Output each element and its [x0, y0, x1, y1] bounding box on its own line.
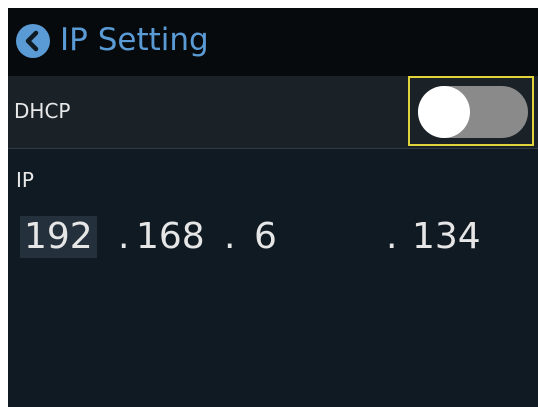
header-bar: IP Setting [8, 8, 538, 76]
ip-octet-2[interactable]: 168 [136, 216, 205, 258]
ip-octet-4[interactable]: 134 [412, 216, 481, 258]
ip-separator: . [386, 216, 398, 257]
ip-separator: . [118, 216, 130, 257]
page-title: IP Setting [60, 22, 209, 58]
dhcp-row: DHCP [8, 76, 538, 149]
dhcp-toggle[interactable] [418, 86, 528, 138]
back-button[interactable] [16, 24, 50, 58]
toggle-knob [418, 86, 470, 138]
dhcp-toggle-focus [408, 76, 534, 146]
ip-octet-3[interactable]: 6 [254, 216, 277, 258]
ip-separator: . [224, 216, 236, 257]
ip-octet-1[interactable]: 192 [20, 216, 97, 258]
dhcp-label: DHCP [14, 99, 71, 123]
chevron-left-icon [25, 30, 39, 52]
ip-label: IP [16, 168, 34, 192]
ip-address-field: 192 . 168 . 6 . 134 [8, 208, 538, 264]
device-screen: IP Setting DHCP IP 192 . 168 . 6 . 134 [8, 8, 538, 407]
